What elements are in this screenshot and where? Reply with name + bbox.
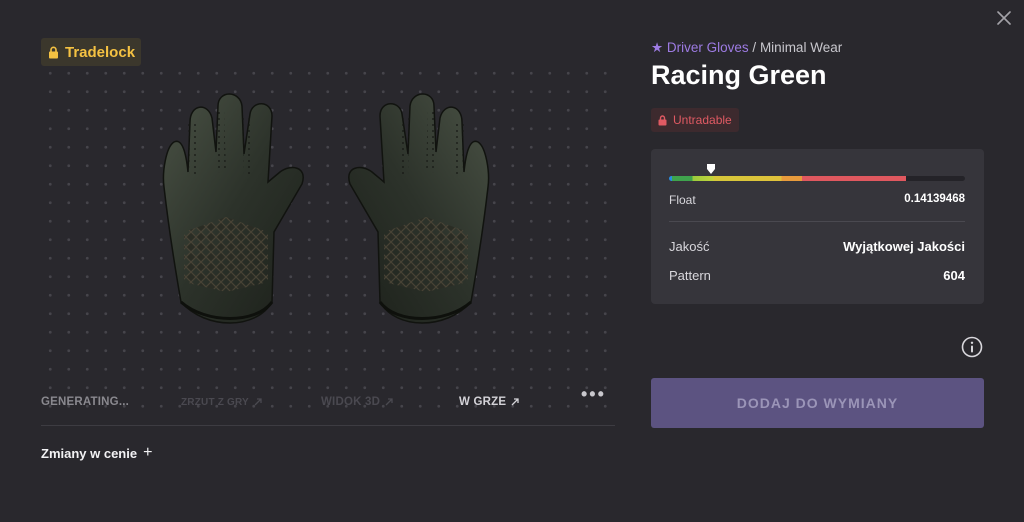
pattern-value: 604: [943, 268, 965, 283]
quality-row: Jakość Wyjątkowej Jakości: [669, 239, 965, 254]
tradelock-label: Tradelock: [65, 43, 136, 61]
float-row: Float 0.14139468: [669, 193, 965, 207]
external-link-icon: [254, 398, 262, 406]
untradable-badge: Untradable: [651, 108, 739, 132]
gloves-image: [162, 93, 490, 324]
info-icon[interactable]: [961, 336, 983, 358]
right-glove: [348, 93, 490, 324]
item-preview-panel: Tradelock GENERATING... ZRZUT Z GRY WIDO…: [41, 36, 615, 516]
screenshot-button[interactable]: ZRZUT Z GRY: [181, 397, 262, 408]
external-link-icon: [511, 398, 519, 406]
view-3d-label: WIDOK 3D: [321, 396, 381, 408]
lock-icon: [658, 114, 667, 125]
generating-status: GENERATING...: [41, 396, 129, 408]
close-button[interactable]: [994, 8, 1014, 28]
left-glove: [162, 93, 304, 324]
more-options-button[interactable]: •••: [581, 384, 606, 405]
plus-icon: +: [143, 444, 153, 461]
star-icon: ★: [651, 40, 664, 55]
in-game-label: W GRZE: [459, 396, 507, 408]
price-changes-toggle[interactable]: Zmiany w cenie +: [41, 444, 152, 462]
item-wear: Minimal Wear: [759, 40, 843, 55]
float-value: 0.14139468: [904, 193, 965, 205]
pattern-row: Pattern 604: [669, 268, 965, 283]
item-breadcrumb: ★ Driver Gloves / Minimal Wear: [651, 40, 842, 56]
add-to-trade-label: DODAJ DO WYMIANY: [736, 395, 899, 411]
divider: [41, 425, 615, 426]
external-link-icon: [385, 398, 393, 406]
quality-value: Wyjątkowej Jakości: [843, 239, 965, 254]
more-icon: •••: [581, 384, 606, 404]
quality-label: Jakość: [669, 239, 710, 254]
lock-icon: [49, 46, 58, 58]
breadcrumb-separator: /: [752, 40, 757, 55]
preview-actions: GENERATING... ZRZUT Z GRY WIDOK 3D W GRZ…: [41, 384, 615, 416]
float-label: Float: [669, 193, 696, 207]
float-bar: [669, 176, 965, 181]
untradable-label: Untradable: [673, 113, 732, 127]
item-details-card: Float 0.14139468 Jakość Wyjątkowej Jakoś…: [651, 149, 984, 304]
divider: [669, 221, 965, 222]
tradelock-badge: Tradelock: [41, 38, 142, 66]
view-3d-button[interactable]: WIDOK 3D: [321, 396, 393, 408]
float-marker-icon: [706, 164, 715, 174]
close-icon: [997, 11, 1011, 25]
add-to-trade-button[interactable]: DODAJ DO WYMIANY: [651, 378, 984, 428]
screenshot-label: ZRZUT Z GRY: [181, 396, 249, 408]
pattern-label: Pattern: [669, 268, 711, 283]
generating-label: GENERATING...: [41, 396, 130, 408]
in-game-button[interactable]: W GRZE: [459, 396, 519, 408]
item-type-link[interactable]: Driver Gloves: [667, 40, 749, 55]
price-changes-label: Zmiany w cenie: [41, 445, 138, 461]
item-title: Racing Green: [651, 60, 827, 90]
